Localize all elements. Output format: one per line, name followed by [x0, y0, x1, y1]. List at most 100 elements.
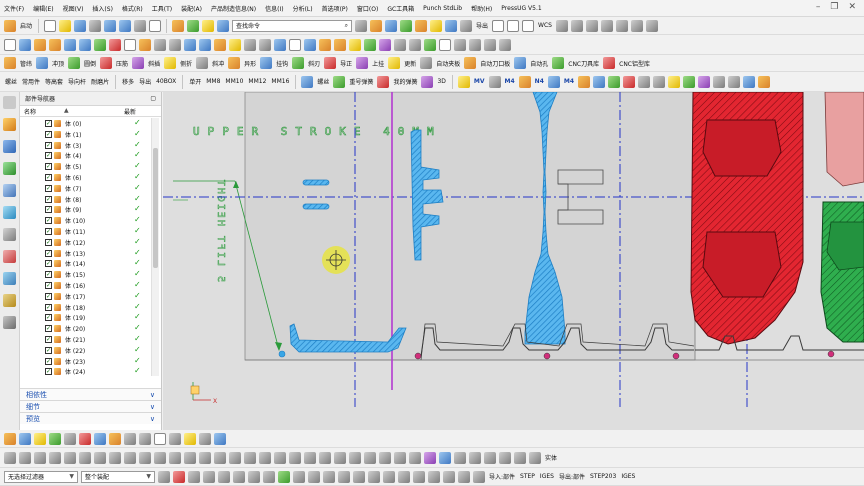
- visibility-checkbox[interactable]: ✓: [45, 217, 52, 225]
- sphere-icon[interactable]: [79, 38, 91, 51]
- visibility-checkbox[interactable]: ✓: [45, 292, 52, 300]
- body-row[interactable]: ✓ 体 (22) ✓: [20, 345, 150, 356]
- sort-up-icon[interactable]: ▲: [64, 107, 69, 114]
- snap-misc-icon[interactable]: [469, 451, 481, 464]
- move-layer-icon[interactable]: [169, 432, 181, 445]
- measure-icon[interactable]: [460, 19, 473, 32]
- snap-feature-icon[interactable]: [259, 451, 271, 464]
- standard-part-icon[interactable]: [301, 75, 314, 88]
- standard-part-icon[interactable]: [457, 75, 470, 88]
- standard-part-icon[interactable]: [743, 75, 756, 88]
- solid-label[interactable]: 实体: [544, 453, 558, 462]
- snap-layer-icon[interactable]: [349, 451, 361, 464]
- select-body-icon[interactable]: [233, 470, 245, 483]
- curve-icon[interactable]: [585, 19, 598, 32]
- standard-part-button[interactable]: 重号弹簧: [348, 77, 374, 86]
- window-icon[interactable]: [149, 19, 162, 32]
- select-misc-icon[interactable]: [473, 470, 485, 483]
- body-row[interactable]: ✓ 体 (20) ✓: [20, 323, 150, 334]
- select-misc-icon[interactable]: [338, 470, 350, 483]
- command-finder-input[interactable]: 查找命令 ⌕: [232, 19, 353, 32]
- select-misc-icon[interactable]: [308, 470, 320, 483]
- snap-misc-icon[interactable]: [514, 451, 526, 464]
- navigator-panel-header[interactable]: 细节 ∨: [20, 400, 161, 412]
- navigator-panel-header[interactable]: 预览 ∨: [20, 412, 161, 424]
- body-row[interactable]: ✓ 体 (3) ✓: [20, 140, 150, 151]
- menu-item[interactable]: 分析(L): [293, 4, 313, 13]
- visibility-checkbox[interactable]: ✓: [45, 184, 52, 192]
- visibility-checkbox[interactable]: ✓: [45, 227, 52, 235]
- select-curve-icon[interactable]: [248, 470, 260, 483]
- cad-drawing[interactable]: UPPER STROKE 40MM 5 LIFT HEIGHT X: [163, 92, 864, 430]
- snap-surface-icon[interactable]: [304, 451, 316, 464]
- press-tool-button[interactable]: 侧折: [179, 59, 193, 68]
- visibility-checkbox[interactable]: ✓: [45, 314, 52, 322]
- press-tool-button[interactable]: 自动孔: [529, 59, 549, 68]
- visibility-checkbox[interactable]: ✓: [45, 130, 52, 138]
- body-row[interactable]: ✓ 体 (7) ✓: [20, 183, 150, 194]
- body-row[interactable]: ✓ 体 (6) ✓: [20, 172, 150, 183]
- cut-icon[interactable]: [134, 19, 147, 32]
- standard-part-button[interactable]: MM10: [224, 78, 244, 85]
- body-row[interactable]: ✓ 体 (24) ✓: [20, 366, 150, 376]
- visibility-checkbox[interactable]: ✓: [45, 281, 52, 289]
- orient-icon[interactable]: [64, 432, 76, 445]
- press-tool-icon[interactable]: [196, 57, 209, 69]
- cylinder-icon[interactable]: [49, 38, 61, 51]
- standard-part-icon[interactable]: [488, 75, 501, 88]
- body-row[interactable]: ✓ 体 (14) ✓: [20, 258, 150, 269]
- standard-part-button[interactable]: MM8: [205, 78, 221, 85]
- roles-icon[interactable]: [3, 294, 16, 307]
- press-tool-icon[interactable]: [514, 57, 527, 69]
- flange-icon[interactable]: [415, 19, 428, 32]
- body-row[interactable]: ✓ 体 (10) ✓: [20, 215, 150, 226]
- visibility-checkbox[interactable]: ✓: [45, 368, 52, 376]
- select-misc-icon[interactable]: [413, 470, 425, 483]
- menu-item[interactable]: Punch StdLib: [423, 5, 462, 12]
- body-row[interactable]: ✓ 体 (21) ✓: [20, 334, 150, 345]
- visibility-checkbox[interactable]: ✓: [45, 260, 52, 268]
- export-step-button[interactable]: STEP203: [589, 473, 617, 480]
- standard-part-icon[interactable]: [578, 75, 591, 88]
- trim-body-icon[interactable]: [244, 38, 256, 51]
- press-tool-button[interactable]: 挂钩: [275, 59, 289, 68]
- snap-point-icon[interactable]: [4, 451, 16, 464]
- standard-part-icon[interactable]: [758, 75, 771, 88]
- text-icon[interactable]: [600, 19, 613, 32]
- menu-item[interactable]: 窗口(O): [357, 4, 378, 13]
- history-icon[interactable]: [3, 228, 16, 241]
- flat-pattern-icon[interactable]: [379, 38, 391, 51]
- press-tool-icon[interactable]: [36, 57, 49, 69]
- save-as-icon[interactable]: [89, 19, 102, 32]
- menu-item[interactable]: GC工具箱: [387, 4, 414, 13]
- box-icon[interactable]: [507, 19, 520, 32]
- snap-center-icon[interactable]: [49, 451, 61, 464]
- menu-item[interactable]: 工具(T): [152, 4, 172, 13]
- split-body-icon[interactable]: [259, 38, 271, 51]
- open-file-icon[interactable]: [59, 19, 72, 32]
- curve-toolbar-icon[interactable]: [439, 38, 451, 51]
- intersect-icon[interactable]: [124, 38, 136, 51]
- body-row[interactable]: ✓ 体 (9) ✓: [20, 204, 150, 215]
- snap-mid-icon[interactable]: [34, 451, 46, 464]
- standard-part-icon[interactable]: [608, 75, 621, 88]
- plane-icon[interactable]: [304, 38, 316, 51]
- rectangle-icon[interactable]: [499, 38, 511, 51]
- graphics-window[interactable]: UPPER STROKE 40MM 5 LIFT HEIGHT X: [163, 92, 864, 430]
- scrollbar-thumb[interactable]: [153, 148, 158, 268]
- sheet-body-icon[interactable]: [439, 451, 451, 464]
- pan-icon[interactable]: [34, 432, 46, 445]
- press-tool-icon[interactable]: [603, 57, 616, 69]
- column-latest[interactable]: 最新: [124, 107, 136, 116]
- snap-grid-icon[interactable]: [154, 451, 166, 464]
- solid-icon[interactable]: [424, 451, 436, 464]
- visibility-checkbox[interactable]: ✓: [45, 357, 52, 365]
- shaded-icon[interactable]: [79, 432, 91, 445]
- extrude-icon[interactable]: [187, 19, 200, 32]
- sheet-icon[interactable]: [400, 19, 413, 32]
- snap-assembly-icon[interactable]: [334, 451, 346, 464]
- snap-misc-icon[interactable]: [484, 451, 496, 464]
- wcs-label[interactable]: WCS: [537, 22, 553, 29]
- menu-item[interactable]: 视图(V): [63, 4, 84, 13]
- standard-part-button[interactable]: M4: [563, 78, 575, 85]
